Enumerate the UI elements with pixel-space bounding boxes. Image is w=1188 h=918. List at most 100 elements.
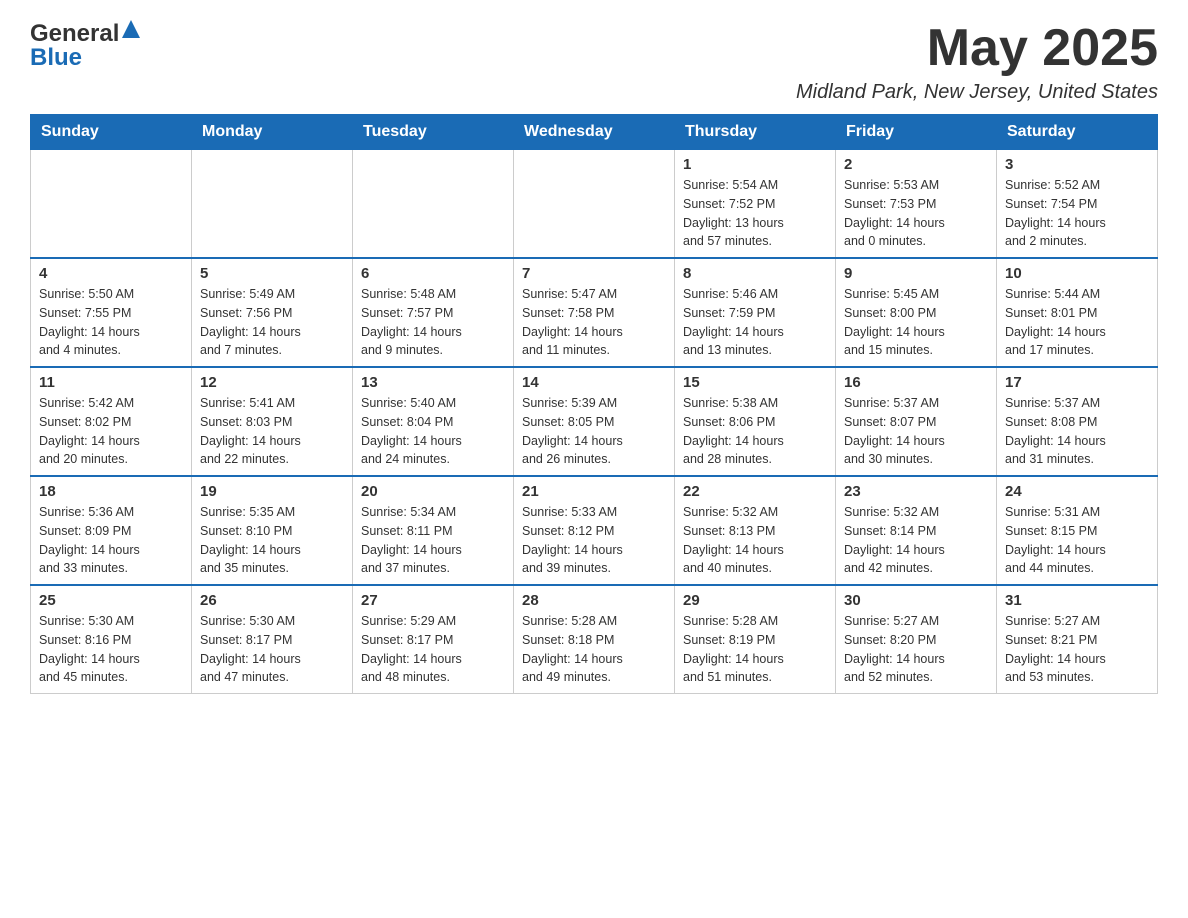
day-info: Sunrise: 5:39 AM Sunset: 8:05 PM Dayligh… — [522, 394, 666, 469]
day-number: 7 — [522, 265, 666, 282]
day-info: Sunrise: 5:53 AM Sunset: 7:53 PM Dayligh… — [844, 176, 988, 251]
day-info: Sunrise: 5:33 AM Sunset: 8:12 PM Dayligh… — [522, 503, 666, 578]
day-info: Sunrise: 5:54 AM Sunset: 7:52 PM Dayligh… — [683, 176, 827, 251]
calendar-week-row: 11 Sunrise: 5:42 AM Sunset: 8:02 PM Dayli… — [31, 367, 1158, 476]
day-number: 13 — [361, 374, 505, 391]
day-number: 12 — [200, 374, 344, 391]
calendar-day-cell: 10 Sunrise: 5:44 AM Sunset: 8:01 PM Dayli… — [997, 258, 1158, 367]
day-number: 16 — [844, 374, 988, 391]
day-info: Sunrise: 5:32 AM Sunset: 8:13 PM Dayligh… — [683, 503, 827, 578]
day-info: Sunrise: 5:44 AM Sunset: 8:01 PM Dayligh… — [1005, 285, 1149, 360]
calendar-day-cell: 15 Sunrise: 5:38 AM Sunset: 8:06 PM Dayli… — [675, 367, 836, 476]
day-number: 24 — [1005, 483, 1149, 500]
day-info: Sunrise: 5:49 AM Sunset: 7:56 PM Dayligh… — [200, 285, 344, 360]
day-number: 3 — [1005, 156, 1149, 173]
calendar-day-cell: 19 Sunrise: 5:35 AM Sunset: 8:10 PM Dayli… — [192, 476, 353, 585]
day-info: Sunrise: 5:40 AM Sunset: 8:04 PM Dayligh… — [361, 394, 505, 469]
day-number: 27 — [361, 592, 505, 609]
calendar-day-cell: 12 Sunrise: 5:41 AM Sunset: 8:03 PM Dayli… — [192, 367, 353, 476]
calendar-day-cell: 14Sunrise: 5:39 AM Sunset: 8:05 PM Dayli… — [514, 367, 675, 476]
calendar-day-cell: 11 Sunrise: 5:42 AM Sunset: 8:02 PM Dayli… — [31, 367, 192, 476]
calendar-day-cell — [192, 150, 353, 259]
day-number: 17 — [1005, 374, 1149, 391]
day-number: 25 — [39, 592, 183, 609]
calendar-day-cell: 22Sunrise: 5:32 AM Sunset: 8:13 PM Dayli… — [675, 476, 836, 585]
day-number: 6 — [361, 265, 505, 282]
calendar-day-cell — [514, 150, 675, 259]
day-number: 8 — [683, 265, 827, 282]
day-info: Sunrise: 5:27 AM Sunset: 8:21 PM Dayligh… — [1005, 612, 1149, 687]
calendar-day-cell: 23 Sunrise: 5:32 AM Sunset: 8:14 PM Dayli… — [836, 476, 997, 585]
calendar-day-cell: 31 Sunrise: 5:27 AM Sunset: 8:21 PM Dayli… — [997, 585, 1158, 694]
calendar-day-cell: 8 Sunrise: 5:46 AM Sunset: 7:59 PM Daylig… — [675, 258, 836, 367]
day-number: 21 — [522, 483, 666, 500]
day-info: Sunrise: 5:42 AM Sunset: 8:02 PM Dayligh… — [39, 394, 183, 469]
day-info: Sunrise: 5:29 AM Sunset: 8:17 PM Dayligh… — [361, 612, 505, 687]
day-info: Sunrise: 5:38 AM Sunset: 8:06 PM Dayligh… — [683, 394, 827, 469]
day-number: 28 — [522, 592, 666, 609]
day-number: 2 — [844, 156, 988, 173]
day-info: Sunrise: 5:31 AM Sunset: 8:15 PM Dayligh… — [1005, 503, 1149, 578]
calendar-week-row: 4 Sunrise: 5:50 AM Sunset: 7:55 PM Daylig… — [31, 258, 1158, 367]
day-number: 10 — [1005, 265, 1149, 282]
day-info: Sunrise: 5:32 AM Sunset: 8:14 PM Dayligh… — [844, 503, 988, 578]
calendar-day-cell: 27 Sunrise: 5:29 AM Sunset: 8:17 PM Dayli… — [353, 585, 514, 694]
logo: GeneralBlue — [30, 20, 140, 72]
day-info: Sunrise: 5:35 AM Sunset: 8:10 PM Dayligh… — [200, 503, 344, 578]
calendar-day-cell: 2 Sunrise: 5:53 AM Sunset: 7:53 PM Daylig… — [836, 150, 997, 259]
calendar-day-cell: 30Sunrise: 5:27 AM Sunset: 8:20 PM Dayli… — [836, 585, 997, 694]
calendar-day-cell: 7 Sunrise: 5:47 AM Sunset: 7:58 PM Daylig… — [514, 258, 675, 367]
day-number: 19 — [200, 483, 344, 500]
day-number: 18 — [39, 483, 183, 500]
month-title: May 2025 — [796, 20, 1158, 77]
calendar-week-row: 1 Sunrise: 5:54 AM Sunset: 7:52 PM Daylig… — [31, 150, 1158, 259]
calendar-week-row: 25 Sunrise: 5:30 AM Sunset: 8:16 PM Dayli… — [31, 585, 1158, 694]
calendar-day-cell: 6Sunrise: 5:48 AM Sunset: 7:57 PM Daylig… — [353, 258, 514, 367]
calendar-table: SundayMondayTuesdayWednesdayThursdayFrid… — [30, 114, 1158, 694]
col-header-saturday: Saturday — [997, 115, 1158, 150]
day-number: 5 — [200, 265, 344, 282]
day-info: Sunrise: 5:41 AM Sunset: 8:03 PM Dayligh… — [200, 394, 344, 469]
header: GeneralBlue May 2025 Midland Park, New J… — [30, 20, 1158, 104]
day-number: 26 — [200, 592, 344, 609]
day-info: Sunrise: 5:30 AM Sunset: 8:17 PM Dayligh… — [200, 612, 344, 687]
day-number: 29 — [683, 592, 827, 609]
calendar-day-cell: 29 Sunrise: 5:28 AM Sunset: 8:19 PM Dayli… — [675, 585, 836, 694]
day-info: Sunrise: 5:45 AM Sunset: 8:00 PM Dayligh… — [844, 285, 988, 360]
calendar-day-cell: 4 Sunrise: 5:50 AM Sunset: 7:55 PM Daylig… — [31, 258, 192, 367]
day-number: 23 — [844, 483, 988, 500]
day-info: Sunrise: 5:50 AM Sunset: 7:55 PM Dayligh… — [39, 285, 183, 360]
calendar-day-cell: 13 Sunrise: 5:40 AM Sunset: 8:04 PM Dayli… — [353, 367, 514, 476]
col-header-thursday: Thursday — [675, 115, 836, 150]
calendar-day-cell: 3 Sunrise: 5:52 AM Sunset: 7:54 PM Daylig… — [997, 150, 1158, 259]
day-info: Sunrise: 5:47 AM Sunset: 7:58 PM Dayligh… — [522, 285, 666, 360]
calendar-day-cell: 18Sunrise: 5:36 AM Sunset: 8:09 PM Dayli… — [31, 476, 192, 585]
calendar-day-cell: 25 Sunrise: 5:30 AM Sunset: 8:16 PM Dayli… — [31, 585, 192, 694]
day-info: Sunrise: 5:30 AM Sunset: 8:16 PM Dayligh… — [39, 612, 183, 687]
col-header-friday: Friday — [836, 115, 997, 150]
calendar-day-cell: 9Sunrise: 5:45 AM Sunset: 8:00 PM Daylig… — [836, 258, 997, 367]
calendar-day-cell: 28Sunrise: 5:28 AM Sunset: 8:18 PM Dayli… — [514, 585, 675, 694]
calendar-day-cell — [31, 150, 192, 259]
day-info: Sunrise: 5:52 AM Sunset: 7:54 PM Dayligh… — [1005, 176, 1149, 251]
col-header-sunday: Sunday — [31, 115, 192, 150]
day-info: Sunrise: 5:46 AM Sunset: 7:59 PM Dayligh… — [683, 285, 827, 360]
col-header-monday: Monday — [192, 115, 353, 150]
day-info: Sunrise: 5:28 AM Sunset: 8:19 PM Dayligh… — [683, 612, 827, 687]
day-number: 15 — [683, 374, 827, 391]
calendar-header-row: SundayMondayTuesdayWednesdayThursdayFrid… — [31, 115, 1158, 150]
calendar-day-cell: 1 Sunrise: 5:54 AM Sunset: 7:52 PM Daylig… — [675, 150, 836, 259]
day-number: 31 — [1005, 592, 1149, 609]
calendar-week-row: 18Sunrise: 5:36 AM Sunset: 8:09 PM Dayli… — [31, 476, 1158, 585]
day-number: 1 — [683, 156, 827, 173]
calendar-day-cell: 17 Sunrise: 5:37 AM Sunset: 8:08 PM Dayli… — [997, 367, 1158, 476]
day-info: Sunrise: 5:37 AM Sunset: 8:07 PM Dayligh… — [844, 394, 988, 469]
calendar-day-cell: 24 Sunrise: 5:31 AM Sunset: 8:15 PM Dayli… — [997, 476, 1158, 585]
day-number: 30 — [844, 592, 988, 609]
calendar-day-cell: 16 Sunrise: 5:37 AM Sunset: 8:07 PM Dayli… — [836, 367, 997, 476]
day-number: 4 — [39, 265, 183, 282]
calendar-day-cell: 21 Sunrise: 5:33 AM Sunset: 8:12 PM Dayli… — [514, 476, 675, 585]
day-info: Sunrise: 5:34 AM Sunset: 8:11 PM Dayligh… — [361, 503, 505, 578]
day-number: 11 — [39, 374, 183, 391]
day-info: Sunrise: 5:37 AM Sunset: 8:08 PM Dayligh… — [1005, 394, 1149, 469]
